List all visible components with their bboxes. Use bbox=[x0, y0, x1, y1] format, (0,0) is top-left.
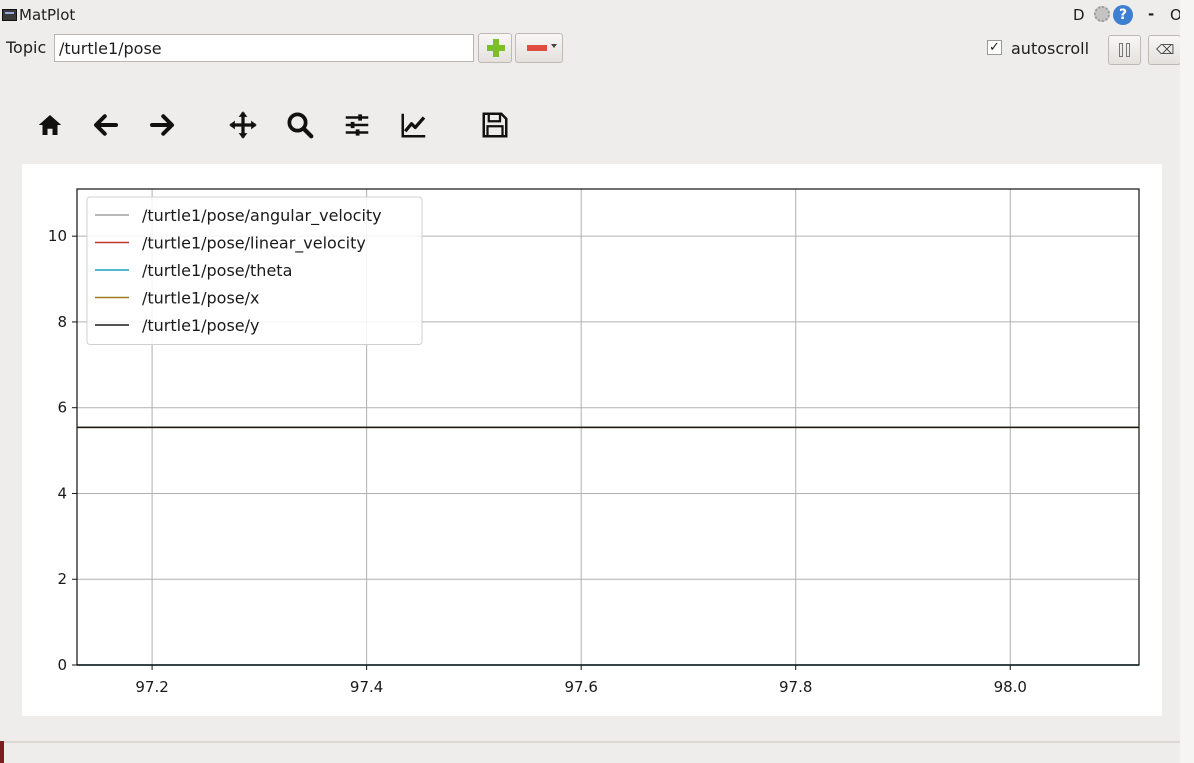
pause-button[interactable] bbox=[1108, 35, 1141, 65]
autoscroll-checkbox[interactable]: ✓ bbox=[987, 40, 1002, 55]
home-icon bbox=[38, 115, 62, 135]
clear-icon: ⌫ bbox=[1156, 43, 1175, 58]
pan-icon bbox=[229, 111, 257, 139]
configure-subplots-button[interactable] bbox=[337, 105, 377, 145]
home-button[interactable] bbox=[30, 105, 70, 145]
y-tick-label: 2 bbox=[57, 570, 67, 588]
minimize-button[interactable]: - bbox=[1148, 5, 1154, 23]
y-tick-label: 10 bbox=[48, 227, 67, 245]
x-tick-label: 97.2 bbox=[135, 678, 168, 696]
edit-axis-button[interactable] bbox=[394, 105, 434, 145]
background-edge bbox=[0, 741, 4, 763]
save-icon bbox=[482, 112, 508, 138]
y-tick-label: 0 bbox=[57, 656, 67, 674]
pan-button[interactable] bbox=[223, 105, 263, 145]
plot-canvas[interactable]: 97.2 97.4 97.6 97.8 98.0 0 2 4 6 8 10/turtle1/pose… bbox=[22, 164, 1162, 716]
title-bar: MatPlot D ? - O bbox=[0, 0, 1194, 32]
save-button[interactable] bbox=[475, 105, 515, 145]
legend-label: /turtle1/pose/x bbox=[142, 289, 260, 308]
autoscroll-label: autoscroll bbox=[1011, 39, 1090, 58]
x-tick-label: 98.0 bbox=[994, 678, 1027, 696]
minus-icon bbox=[527, 45, 547, 51]
configure-subplots-icon bbox=[345, 114, 369, 136]
legend-label: /turtle1/pose/linear_velocity bbox=[142, 234, 366, 254]
topic-input[interactable] bbox=[54, 34, 474, 62]
remove-topic-button[interactable] bbox=[515, 33, 563, 63]
chart[interactable]: 97.2 97.4 97.6 97.8 98.0 0 2 4 6 8 10/turtle1/pose… bbox=[22, 164, 1162, 716]
forward-arrow-icon bbox=[150, 114, 174, 136]
gear-icon[interactable] bbox=[1094, 6, 1110, 22]
zoom-button[interactable] bbox=[280, 105, 320, 145]
x-tick-label: 97.6 bbox=[564, 678, 597, 696]
chevron-down-icon bbox=[551, 44, 557, 48]
y-tick-label: 6 bbox=[57, 399, 67, 417]
x-tick-label: 97.8 bbox=[779, 678, 812, 696]
legend-label: /turtle1/pose/y bbox=[142, 316, 260, 335]
legend-label: /turtle1/pose/theta bbox=[142, 261, 292, 280]
window-edge bbox=[1180, 0, 1194, 763]
app-icon bbox=[2, 9, 17, 21]
back-button[interactable] bbox=[86, 105, 126, 145]
add-topic-button[interactable] bbox=[478, 33, 512, 63]
clear-button[interactable]: ⌫ bbox=[1148, 35, 1181, 65]
plus-icon bbox=[487, 39, 505, 57]
help-icon[interactable]: ? bbox=[1113, 5, 1133, 25]
y-tick-label: 4 bbox=[57, 484, 67, 502]
back-arrow-icon bbox=[94, 114, 118, 136]
zoom-icon bbox=[287, 112, 314, 139]
x-tick-label: 97.4 bbox=[350, 678, 383, 696]
d-button[interactable]: D bbox=[1073, 6, 1085, 24]
pause-icon bbox=[1119, 43, 1131, 57]
window-title: MatPlot bbox=[19, 6, 76, 24]
edit-axis-icon bbox=[401, 113, 426, 138]
y-tick-label: 8 bbox=[57, 313, 67, 331]
window-bottom-border bbox=[0, 741, 1180, 743]
plot-toolbar bbox=[30, 105, 530, 149]
forward-button[interactable] bbox=[142, 105, 182, 145]
topic-label: Topic bbox=[6, 38, 47, 57]
legend-label: /turtle1/pose/angular_velocity bbox=[142, 206, 382, 226]
